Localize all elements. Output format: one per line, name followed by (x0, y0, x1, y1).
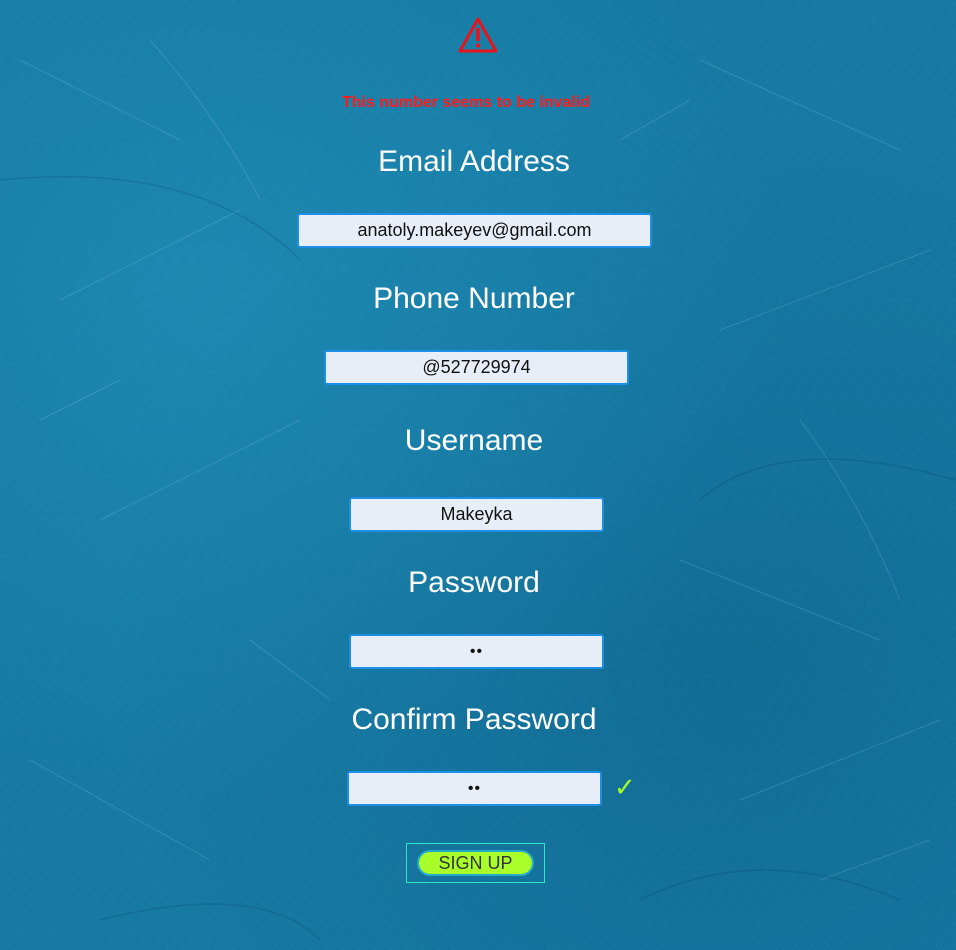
password-input[interactable] (349, 634, 604, 669)
signup-button[interactable]: SIGN UP (417, 850, 534, 876)
phone-label: Phone Number (373, 282, 575, 315)
signup-button-focus-outline: SIGN UP (406, 843, 545, 883)
password-label: Password (408, 566, 540, 599)
phone-input[interactable] (324, 350, 629, 385)
checkmark-icon: ✓ (614, 772, 636, 802)
confirm-password-label: Confirm Password (351, 703, 597, 736)
confirm-password-input[interactable] (347, 771, 602, 806)
phone-error-message: This number seems to be invalid (341, 94, 591, 111)
email-label: Email Address (378, 145, 570, 178)
username-input[interactable] (349, 497, 604, 532)
signup-form: This number seems to be invalid Email Ad… (0, 0, 956, 950)
username-label: Username (404, 424, 544, 457)
warning-triangle-icon (458, 17, 498, 53)
email-input[interactable] (297, 213, 652, 248)
